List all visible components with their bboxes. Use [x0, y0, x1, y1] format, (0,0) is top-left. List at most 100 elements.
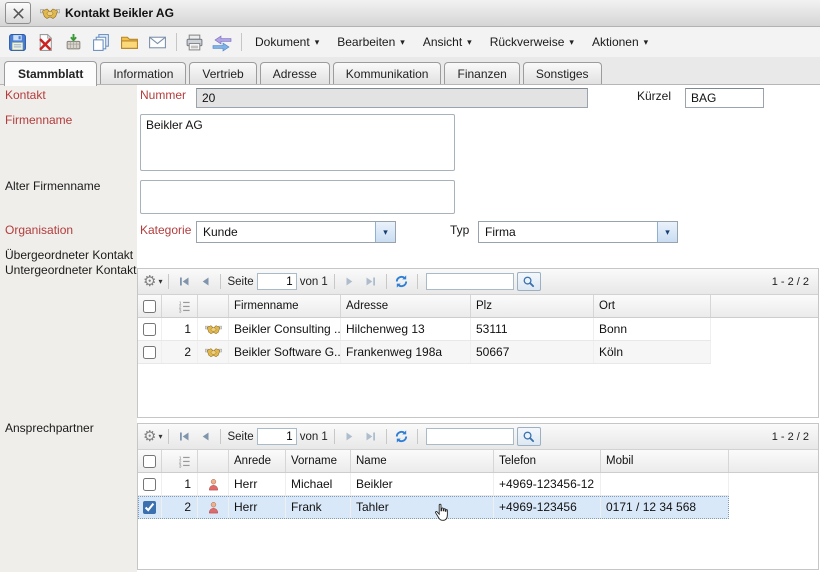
- hand-cursor-icon: [434, 503, 450, 527]
- last-page-button[interactable]: [362, 274, 380, 290]
- grid-header-row: 123 Anrede Vorname Name Telefon Mobil: [138, 450, 818, 473]
- nummer-field[interactable]: [196, 88, 588, 108]
- refresh-button[interactable]: [393, 274, 411, 290]
- next-page-button[interactable]: [341, 274, 359, 290]
- grid-search-input[interactable]: [426, 273, 514, 290]
- cell-vorname: Michael: [286, 473, 351, 495]
- tab-information[interactable]: Information: [100, 62, 186, 85]
- select-all-checkbox[interactable]: [143, 455, 156, 468]
- import-icon: [64, 33, 83, 52]
- column-header-plz[interactable]: Plz: [471, 295, 594, 317]
- first-page-button[interactable]: [175, 429, 193, 445]
- typ-select[interactable]: Firma ▾: [478, 221, 678, 243]
- cell-telefon: +4969-123456: [494, 496, 601, 518]
- cell-firmenname: Beikler Consulting ...: [229, 318, 341, 340]
- row-checkbox[interactable]: [143, 346, 156, 359]
- toolbar-separator: [334, 429, 335, 444]
- cell-plz: 53111: [471, 318, 594, 340]
- grid-settings-button[interactable]: ⚙▾: [143, 429, 162, 444]
- alter-firmenname-field[interactable]: [140, 180, 455, 214]
- app-window: Kontakt Beikler AG Dokument▾ Bearbei: [0, 0, 820, 572]
- chevron-down-icon: ▾: [569, 38, 574, 47]
- page-input[interactable]: [257, 428, 297, 445]
- page-of-label: von 1: [300, 276, 328, 288]
- cell-plz: 50667: [471, 341, 594, 363]
- copy-button[interactable]: [88, 30, 114, 54]
- menu-label: Ansicht: [423, 35, 462, 49]
- search-button[interactable]: [517, 427, 541, 446]
- tab-stammblatt[interactable]: Stammblatt: [4, 61, 97, 86]
- menu-ansicht[interactable]: Ansicht▾: [414, 31, 481, 53]
- chevron-down-icon: ▾: [400, 38, 405, 47]
- print-button[interactable]: [181, 30, 207, 54]
- company-handshake-icon: [198, 341, 229, 363]
- transfer-button[interactable]: [209, 30, 235, 54]
- row-checkbox[interactable]: [143, 501, 156, 514]
- mail-icon: [148, 33, 167, 52]
- typ-dropdown-button[interactable]: ▾: [657, 222, 677, 242]
- tab-finanzen[interactable]: Finanzen: [444, 62, 519, 85]
- last-page-button[interactable]: [362, 429, 380, 445]
- save-icon: [8, 33, 27, 52]
- grid-settings-button[interactable]: ⚙▾: [143, 274, 162, 289]
- toolbar-separator: [417, 274, 418, 289]
- tab-vertrieb[interactable]: Vertrieb: [189, 62, 256, 85]
- column-header-anrede[interactable]: Anrede: [229, 450, 286, 472]
- next-page-button[interactable]: [341, 429, 359, 445]
- table-row[interactable]: 2 Beikler Software G... Frankenweg 198a …: [138, 341, 818, 364]
- prev-page-icon: [198, 430, 212, 443]
- mail-button[interactable]: [144, 30, 170, 54]
- row-number-header[interactable]: 123: [162, 450, 198, 472]
- kategorie-dropdown-button[interactable]: ▾: [375, 222, 395, 242]
- folder-button[interactable]: [116, 30, 142, 54]
- row-number: 1: [162, 473, 198, 495]
- menu-dokument[interactable]: Dokument▾: [246, 31, 328, 53]
- kuerzel-field[interactable]: [685, 88, 764, 108]
- table-row[interactable]: 1 Herr Michael Beikler +4969-123456-12: [138, 473, 818, 496]
- prev-page-button[interactable]: [196, 274, 214, 290]
- table-row[interactable]: 1 Beikler Consulting ... Hilchenweg 13 5…: [138, 318, 818, 341]
- next-page-icon: [343, 275, 357, 288]
- column-header-firmenname[interactable]: Firmenname: [229, 295, 341, 317]
- page-input[interactable]: [257, 273, 297, 290]
- tab-adresse[interactable]: Adresse: [260, 62, 330, 85]
- row-checkbox[interactable]: [143, 323, 156, 336]
- first-page-button[interactable]: [175, 274, 193, 290]
- save-button[interactable]: [4, 30, 30, 54]
- firmenname-field[interactable]: Beikler AG: [140, 114, 455, 171]
- row-checkbox[interactable]: [143, 478, 156, 491]
- grid-search-input[interactable]: [426, 428, 514, 445]
- delete-button[interactable]: [32, 30, 58, 54]
- cell-adresse: Frankenweg 198a: [341, 341, 471, 363]
- page-of-label: von 1: [300, 431, 328, 443]
- column-header-name[interactable]: Name: [351, 450, 494, 472]
- header-filler: [711, 295, 818, 317]
- refresh-button[interactable]: [393, 429, 411, 445]
- menu-aktionen[interactable]: Aktionen▾: [583, 31, 657, 53]
- table-row-selected[interactable]: 2 Herr Frank Tahler +4969-123456 0171 / …: [138, 496, 818, 519]
- untergeordnete-kontakte-grid: ⚙▾ Seite von 1 1 - 2 / 2: [137, 268, 819, 418]
- tab-kommunikation[interactable]: Kommunikation: [333, 62, 442, 85]
- tab-sonstiges[interactable]: Sonstiges: [523, 62, 602, 85]
- prev-page-icon: [198, 275, 212, 288]
- menu-bearbeiten[interactable]: Bearbeiten▾: [328, 31, 414, 53]
- import-button[interactable]: [60, 30, 86, 54]
- close-button[interactable]: [5, 2, 31, 24]
- record-count-label: 1 - 2 / 2: [772, 431, 809, 443]
- column-header-telefon[interactable]: Telefon: [494, 450, 601, 472]
- prev-page-button[interactable]: [196, 429, 214, 445]
- menu-rueckverweise[interactable]: Rückverweise▾: [481, 31, 583, 53]
- column-header-adresse[interactable]: Adresse: [341, 295, 471, 317]
- row-number-header[interactable]: 123: [162, 295, 198, 317]
- select-all-checkbox[interactable]: [143, 300, 156, 313]
- column-header-ort[interactable]: Ort: [594, 295, 711, 317]
- column-header-vorname[interactable]: Vorname: [286, 450, 351, 472]
- search-button[interactable]: [517, 272, 541, 291]
- kontakt-section-label: Kontakt: [5, 88, 46, 102]
- kategorie-select[interactable]: Kunde ▾: [196, 221, 396, 243]
- first-page-icon: [177, 275, 191, 288]
- column-header-mobil[interactable]: Mobil: [601, 450, 729, 472]
- refresh-icon: [394, 274, 409, 289]
- cell-adresse: Hilchenweg 13: [341, 318, 471, 340]
- nummer-label: Nummer: [140, 88, 186, 102]
